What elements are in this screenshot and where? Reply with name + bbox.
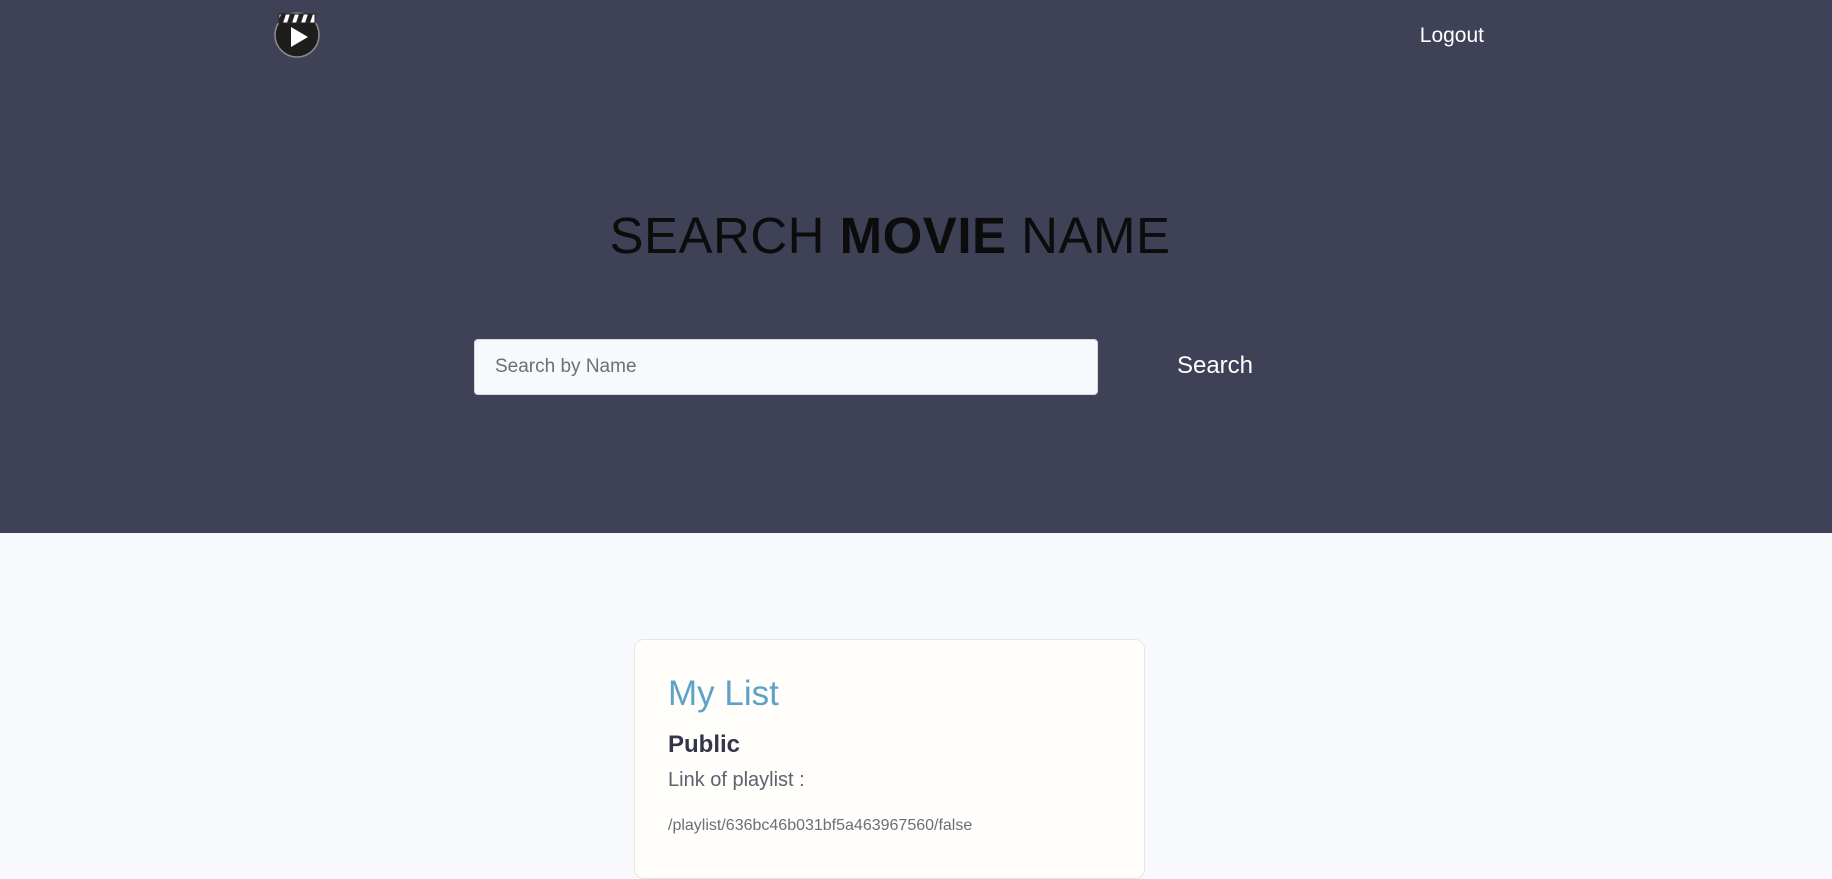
search-button[interactable]: Search [1160, 348, 1270, 384]
playlist-visibility: Public [668, 731, 741, 758]
headline-part2: NAME [1006, 207, 1171, 264]
headline-emphasis: MOVIE [839, 207, 1007, 264]
page-title: SEARCH MOVIE NAME [0, 206, 1780, 265]
playlist-link[interactable]: /playlist/636bc46b031bf5a463967560/false [668, 817, 972, 835]
logout-link[interactable]: Logout [1400, 24, 1484, 48]
movie-clapperboard-play-icon[interactable] [272, 8, 322, 58]
playlist-link-label: Link of playlist : [668, 769, 805, 791]
headline-part1: SEARCH [609, 207, 840, 264]
playlist-card: My List Public Link of playlist : /playl… [634, 639, 1145, 879]
search-input[interactable] [474, 339, 1098, 395]
playlist-title: My List [668, 674, 779, 713]
hero-section: Logout SEARCH MOVIE NAME Search [0, 0, 1832, 533]
